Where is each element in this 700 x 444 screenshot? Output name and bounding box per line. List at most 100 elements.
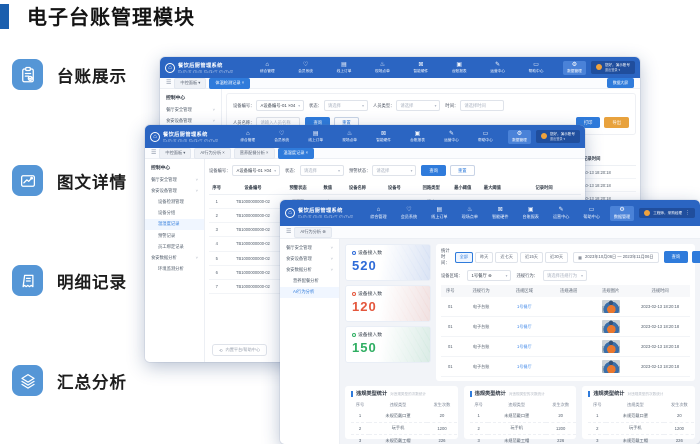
nav-item[interactable]: ♡会员系统 [270, 130, 293, 144]
table-row[interactable]: 2玩手机1200 [588, 422, 694, 435]
area-select[interactable]: 1号餐厅 ⊗ ▾ [467, 270, 511, 281]
nav-item[interactable]: ▤线上订单 [427, 206, 451, 221]
data-screen-button[interactable]: 数据大屏 [607, 78, 634, 88]
search-button[interactable]: 查询 [664, 251, 689, 262]
table-row[interactable]: 2玩手机1200 [470, 422, 576, 435]
user-menu[interactable]: 您好，演示账号 退出登录 ▾ [536, 130, 580, 142]
user-menu[interactable]: 您好，演示账号 退出登录 ▾ [591, 61, 635, 73]
filter-input[interactable]: 请选择时间 [460, 100, 504, 111]
nav-item[interactable]: ⊠智能硬件 [488, 206, 512, 221]
date-range-picker[interactable]: ▦ 2023年10月06日 — 2023年11月06日 [573, 252, 659, 263]
sidebar-item[interactable]: 食安设备管理˅ [145, 185, 204, 196]
nav-item[interactable]: ♨现场点单 [458, 206, 482, 221]
nav-item-active[interactable]: ⚙ 数据管理 [610, 206, 634, 221]
time-filter-option[interactable]: 近15天 [520, 252, 543, 263]
nav-label: 运营中心 [490, 69, 505, 74]
logout-link[interactable]: 退出登录 ▾ [550, 137, 575, 141]
table-row[interactable]: 3未规范戴工帽226 [470, 435, 576, 444]
tab[interactable]: 中控面板 ▾ [174, 78, 206, 89]
table-row[interactable]: 1未规范戴口罩20 [588, 410, 694, 422]
help-center-pill[interactable]: ⟲ 内置平台/帮助中心 [212, 344, 267, 356]
time-filter-option[interactable]: 昨天 [475, 252, 493, 263]
filter-input[interactable]: 请选择▾ [324, 100, 368, 111]
table-row[interactable]: 1未规范戴口罩20 [470, 410, 576, 422]
tab[interactable]: 中控面板 ▾ [159, 148, 191, 159]
sidebar-item[interactable]: 环境监测分析 [145, 264, 204, 275]
table-row[interactable]: 2玩手机1200 [351, 422, 457, 435]
nav-item[interactable]: ▤线上订单 [304, 130, 327, 144]
table-row[interactable]: 01电子台账1号餐厅2023-02-13 18:20:18 [441, 297, 690, 317]
sidebar-item[interactable]: 餐厅安全管理˅ [280, 242, 339, 253]
nav-item[interactable]: ▭帮助中心 [525, 61, 548, 75]
sidebar-item[interactable]: 营养配餐分析 [280, 276, 339, 287]
nav-item[interactable]: ▣台账报表 [448, 61, 471, 75]
sidebar-item[interactable]: 餐厅安全管理˅ [160, 104, 221, 115]
export-button[interactable]: 导出 [604, 117, 629, 128]
nav-item[interactable]: ▣台账报表 [406, 130, 429, 144]
table-row[interactable]: 3未规范戴工帽226 [351, 435, 457, 444]
sidebar-item[interactable]: 预警记录 [145, 230, 204, 241]
nav-item[interactable]: ♡会员系统 [397, 206, 421, 221]
more-icon[interactable]: ⋮ [685, 210, 690, 216]
sidebar-item[interactable]: 温湿度记录 [145, 219, 204, 230]
nav-item[interactable]: ⌂综合管理 [236, 130, 259, 144]
time-filter-option[interactable]: 近30天 [545, 252, 568, 263]
nav-item[interactable]: ♨现场点单 [338, 130, 361, 144]
nav-item[interactable]: ▤线上订单 [333, 61, 356, 75]
filter-input[interactable]: A设备编号-01 ×04▾ [232, 165, 280, 176]
tab[interactable]: 体温检测记录 × [209, 78, 250, 89]
nav-item[interactable]: ✎运营中心 [440, 130, 463, 144]
app-logo-subtitle: CANYIN FOOD SAFETY SYSTEM [298, 215, 353, 219]
nav-item[interactable]: ⌂综合管理 [256, 61, 279, 75]
filter-input[interactable]: 请选择▾ [396, 100, 440, 111]
nav-item[interactable]: ▭帮助中心 [579, 206, 603, 221]
nav-item[interactable]: ✎运营中心 [549, 206, 573, 221]
nav-item-active[interactable]: ⚙ 数据管理 [508, 130, 531, 144]
tab[interactable]: 温湿度记录 × [278, 148, 315, 159]
logout-link[interactable]: 退出登录 ▾ [605, 68, 630, 72]
nav-item-active[interactable]: ⚙ 数据管理 [563, 61, 586, 75]
search-icon-button[interactable]: ⌕ [692, 251, 700, 262]
table-row[interactable]: 01电子台账1号餐厅2023-02-13 18:20:18 [441, 357, 690, 377]
collapse-menu-icon[interactable]: ☰ [151, 150, 156, 156]
sidebar-item[interactable]: 设备分组 [145, 208, 204, 219]
reset-button[interactable]: 重置 [450, 165, 475, 176]
nav-item[interactable]: ▭帮助中心 [474, 130, 497, 144]
table-row[interactable]: 01电子台账1号餐厅2023-02-13 18:20:18 [441, 337, 690, 357]
collapse-menu-icon[interactable]: ☰ [166, 80, 171, 86]
sidebar-item[interactable]: 食安设备管理˅ [280, 253, 339, 264]
nav-item[interactable]: ⊠智能硬件 [409, 61, 432, 75]
violation-photo[interactable] [602, 340, 620, 353]
violation-photo[interactable] [602, 320, 620, 333]
sidebar-item[interactable]: 食安数据分析˅ [280, 264, 339, 275]
nav-item[interactable]: ♨现场点单 [371, 61, 394, 75]
filter-input[interactable]: A设备编号-01 ×04▾ [256, 100, 304, 111]
tab[interactable]: AI行为分析 ⊗ [294, 227, 331, 238]
violation-photo[interactable] [602, 360, 620, 373]
filter-input[interactable]: 请选择▾ [300, 165, 344, 176]
search-button[interactable]: 查询 [421, 165, 446, 176]
table-row[interactable]: 1未规范戴口罩20 [351, 410, 457, 422]
nav-item[interactable]: ▣台账报表 [519, 206, 543, 221]
nav-item[interactable]: ⌂综合管理 [366, 206, 390, 221]
sidebar-item[interactable]: 餐厅安全管理˅ [145, 174, 204, 185]
table-row[interactable]: 3未规范戴工帽226 [588, 435, 694, 444]
behavior-select[interactable]: 请选择违规行为 ▾ [543, 270, 587, 281]
column-header: 违规通道 [546, 285, 591, 297]
sidebar-item[interactable]: 设备检测管理 [145, 196, 204, 207]
collapse-menu-icon[interactable]: ☰ [286, 229, 291, 235]
sidebar-item[interactable]: 员工绑定记录 [145, 241, 204, 252]
sidebar-item[interactable]: 食安数据分析˅ [145, 252, 204, 263]
tab[interactable]: 营养配餐分析 × [234, 148, 275, 159]
table-row[interactable]: 01电子台账1号餐厅2023-02-13 18:20:18 [441, 317, 690, 337]
user-menu[interactable]: 工程师，采购经理 ⋮ [639, 208, 695, 218]
violation-photo[interactable] [602, 300, 620, 313]
nav-item[interactable]: ✎运营中心 [486, 61, 509, 75]
time-filter-option[interactable]: 全部 [455, 252, 473, 263]
nav-item[interactable]: ♡会员系统 [294, 61, 317, 75]
sidebar-item[interactable]: AI行为分析 [280, 287, 339, 298]
nav-item[interactable]: ⊠智能硬件 [372, 130, 395, 144]
filter-input[interactable]: 请选择▾ [372, 165, 416, 176]
tab[interactable]: AI行为分析 × [194, 148, 230, 159]
time-filter-option[interactable]: 近七天 [495, 252, 518, 263]
